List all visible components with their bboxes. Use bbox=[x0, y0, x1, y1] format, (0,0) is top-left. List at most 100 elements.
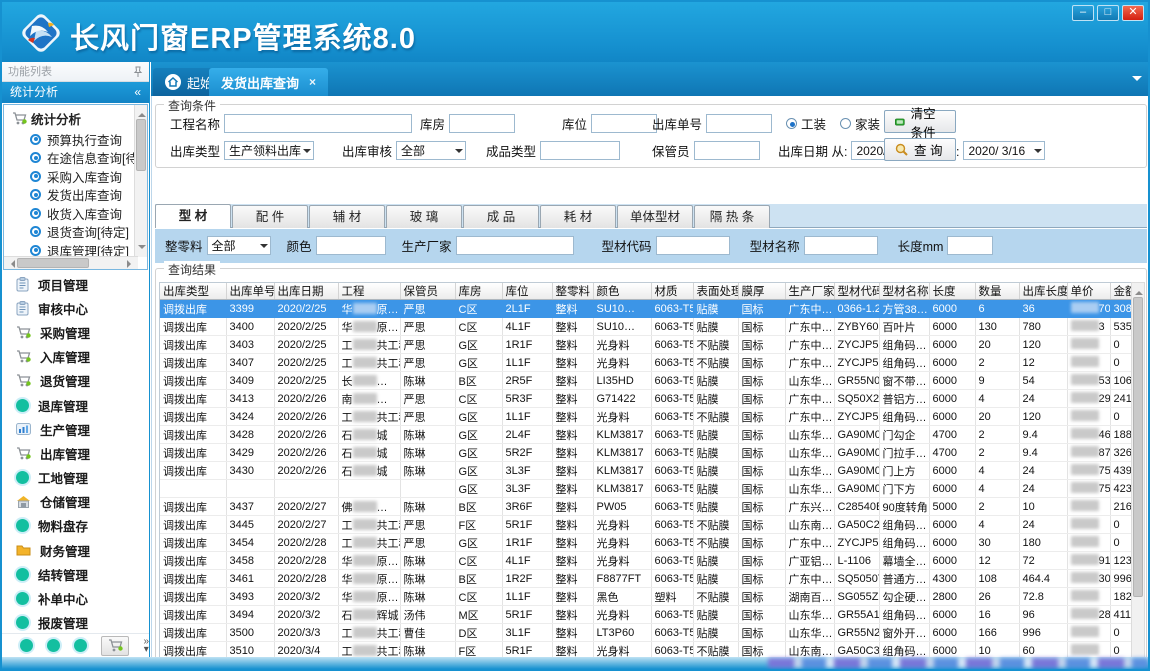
table-row[interactable]: 调拨出库34072020/2/25工共工程严思G区1L1F整料光身料6063-T… bbox=[160, 354, 1137, 372]
table-row[interactable]: 调拨出库34942020/3/2石辉城汤伟M区5R1F整料光身料6063-T5贴… bbox=[160, 606, 1137, 624]
material-tab-8[interactable]: 隔 热 条 bbox=[694, 205, 770, 228]
table-row[interactable]: 调拨出库34132020/2/26南…严思C区5R3F整料G714226063-… bbox=[160, 390, 1137, 408]
keeper-input[interactable] bbox=[694, 141, 760, 160]
project-name-input[interactable] bbox=[224, 114, 412, 133]
table-row[interactable]: 调拨出库34582020/2/28华原…陈琳C区4L1F整料光身料6063-T5… bbox=[160, 552, 1137, 570]
column-header[interactable]: 单价 bbox=[1067, 283, 1110, 300]
column-header[interactable]: 出库长度 bbox=[1019, 283, 1067, 300]
tab-list-dropdown-icon[interactable] bbox=[1132, 76, 1142, 86]
quick-circle-icon[interactable] bbox=[47, 639, 60, 652]
table-row[interactable]: 调拨出库34932020/3/2华原…陈琳C区1L1F整料黑色塑料不贴膜国标湖南… bbox=[160, 588, 1137, 606]
sidebar-item-3[interactable]: 采购管理 bbox=[2, 320, 149, 344]
table-row[interactable]: 调拨出库34302020/2/26石城陈琳G区3L3F整料KLM38176063… bbox=[160, 462, 1137, 480]
table-row[interactable]: 调拨出库34032020/2/25工共工程严思G区1R1F整料光身料6063-T… bbox=[160, 336, 1137, 354]
column-header[interactable]: 型材代码 bbox=[834, 283, 879, 300]
date-to-picker[interactable]: 2020/ 3/16 bbox=[963, 141, 1045, 160]
tab-shipment-query[interactable]: 发货出库查询 × bbox=[209, 68, 328, 96]
table-row[interactable]: 调拨出库33992020/2/25华原…严思C区2L1F整料SU10…6063-… bbox=[160, 300, 1137, 318]
out-type-select[interactable]: 生产领料出库 bbox=[224, 141, 314, 160]
tab-close-icon[interactable]: × bbox=[309, 75, 316, 89]
column-header[interactable]: 膜厚 bbox=[738, 283, 785, 300]
menu-overflow-button[interactable]: »▾ bbox=[143, 638, 149, 654]
tree-item[interactable]: 采购入库查询 bbox=[4, 167, 147, 186]
tree-vertical-scrollbar[interactable] bbox=[134, 105, 147, 257]
tree-root[interactable]: 统计分析 bbox=[4, 105, 147, 130]
column-header[interactable]: 出库类型 bbox=[160, 283, 226, 300]
column-header[interactable]: 工程 bbox=[338, 283, 400, 300]
sidebar-section-header[interactable]: 统计分析 « bbox=[2, 82, 149, 103]
color-input[interactable] bbox=[316, 236, 386, 255]
sidebar-item-9[interactable]: 工地管理 bbox=[2, 466, 149, 490]
column-header[interactable]: 整零料 bbox=[552, 283, 593, 300]
sidebar-item-15[interactable]: 报废管理 bbox=[2, 611, 149, 635]
tree-horizontal-scrollbar[interactable] bbox=[4, 256, 138, 269]
column-header[interactable]: 数量 bbox=[975, 283, 1019, 300]
column-header[interactable]: 表面处理 bbox=[693, 283, 738, 300]
name-input[interactable] bbox=[804, 236, 878, 255]
material-tab-2[interactable]: 配 件 bbox=[232, 205, 308, 228]
column-header[interactable]: 型材名称 bbox=[879, 283, 929, 300]
tree-item[interactable]: 发货出库查询 bbox=[4, 186, 147, 205]
table-row[interactable]: 调拨出库34282020/2/26石城陈琳G区2L4F整料KLM38176063… bbox=[160, 426, 1137, 444]
table-row[interactable]: 调拨出库34452020/2/27工共工程严思F区5R1F整料光身料6063-T… bbox=[160, 516, 1137, 534]
column-header[interactable]: 库房 bbox=[455, 283, 502, 300]
table-row[interactable]: 调拨出库34542020/2/28工共工程严思G区1R1F整料光身料6063-T… bbox=[160, 534, 1137, 552]
sidebar-item-14[interactable]: 补单中心 bbox=[2, 586, 149, 610]
table-row[interactable]: G区3L3F整料KLM38176063-T5贴膜国标山东华…GA90M09…门下… bbox=[160, 480, 1137, 498]
tree-item[interactable]: 收货入库查询 bbox=[4, 204, 147, 223]
length-input[interactable] bbox=[947, 236, 993, 255]
radio-gongzhuang[interactable] bbox=[786, 118, 797, 129]
column-header[interactable]: 颜色 bbox=[593, 283, 651, 300]
quick-circle-icon[interactable] bbox=[20, 639, 33, 652]
maker-input[interactable] bbox=[456, 236, 574, 255]
sidebar-item-8[interactable]: 出库管理 bbox=[2, 441, 149, 465]
material-tab-1[interactable]: 型 材 bbox=[155, 204, 231, 228]
column-header[interactable]: 出库日期 bbox=[274, 283, 338, 300]
tree-item[interactable]: 退货查询[待定] bbox=[4, 223, 147, 242]
sidebar-item-12[interactable]: 财务管理 bbox=[2, 538, 149, 562]
clear-conditions-button[interactable]: 清空条件 bbox=[884, 110, 956, 133]
column-header[interactable]: 保管员 bbox=[400, 283, 455, 300]
table-row[interactable]: 调拨出库34092020/2/25长…陈琳B区2R5F整料LI35HD6063-… bbox=[160, 372, 1137, 390]
sidebar-item-5[interactable]: 退货管理 bbox=[2, 369, 149, 393]
material-tab-3[interactable]: 辅 材 bbox=[309, 205, 385, 228]
sidebar-item-11[interactable]: 物料盘存 bbox=[2, 514, 149, 538]
tree-item[interactable]: 预算执行查询 bbox=[4, 130, 147, 149]
column-header[interactable]: 生产厂家 bbox=[785, 283, 834, 300]
code-input[interactable] bbox=[656, 236, 730, 255]
material-tab-5[interactable]: 成 品 bbox=[463, 205, 539, 228]
sidebar-item-4[interactable]: 入库管理 bbox=[2, 345, 149, 369]
close-button[interactable]: ✕ bbox=[1122, 5, 1144, 21]
column-header[interactable]: 材质 bbox=[651, 283, 693, 300]
column-header[interactable]: 长度 bbox=[929, 283, 975, 300]
quick-circle-icon[interactable] bbox=[74, 639, 87, 652]
minimize-button[interactable]: – bbox=[1072, 5, 1094, 21]
collapse-icon[interactable]: « bbox=[134, 82, 141, 103]
table-row[interactable]: 调拨出库34242020/2/26工共工程严思G区1L1F整料光身料6063-T… bbox=[160, 408, 1137, 426]
material-tab-4[interactable]: 玻 璃 bbox=[386, 205, 462, 228]
radio-jiazhuang[interactable] bbox=[840, 118, 851, 129]
pin-icon[interactable] bbox=[133, 66, 143, 78]
table-row[interactable]: 调拨出库34292020/2/26石城陈琳G区5R2F整料KLM38176063… bbox=[160, 444, 1137, 462]
whole-part-select[interactable]: 全部 bbox=[207, 236, 271, 255]
sidebar-item-7[interactable]: 生产管理 bbox=[2, 417, 149, 441]
warehouse-input[interactable] bbox=[449, 114, 515, 133]
sidebar-item-10[interactable]: 仓储管理 bbox=[2, 490, 149, 514]
location-input[interactable] bbox=[591, 114, 657, 133]
sidebar-item-2[interactable]: 审核中心 bbox=[2, 296, 149, 320]
column-header[interactable]: 出库单号 bbox=[226, 283, 274, 300]
sidebar-item-1[interactable]: 项目管理 bbox=[2, 272, 149, 296]
table-row[interactable]: 调拨出库34002020/2/25华原…严思C区4L1F整料SU10…6063-… bbox=[160, 318, 1137, 336]
order-no-input[interactable] bbox=[706, 114, 772, 133]
table-row[interactable]: 调拨出库34372020/2/27佛…陈琳B区3R6F整料PW056063-T5… bbox=[160, 498, 1137, 516]
maximize-button[interactable]: □ bbox=[1097, 5, 1119, 21]
tree-item[interactable]: 在途信息查询[待 bbox=[4, 149, 147, 168]
quick-cart-button[interactable] bbox=[101, 636, 129, 656]
column-header[interactable]: 库位 bbox=[502, 283, 552, 300]
audit-select[interactable]: 全部 bbox=[396, 141, 466, 160]
table-row[interactable]: 调拨出库35002020/3/3工共工程曹佳D区3L1F整料LT3P606063… bbox=[160, 624, 1137, 642]
sidebar-item-6[interactable]: 退库管理 bbox=[2, 393, 149, 417]
search-button[interactable]: 查 询 bbox=[884, 138, 956, 161]
sidebar-item-13[interactable]: 结转管理 bbox=[2, 562, 149, 586]
table-vertical-scrollbar[interactable] bbox=[1131, 282, 1145, 671]
